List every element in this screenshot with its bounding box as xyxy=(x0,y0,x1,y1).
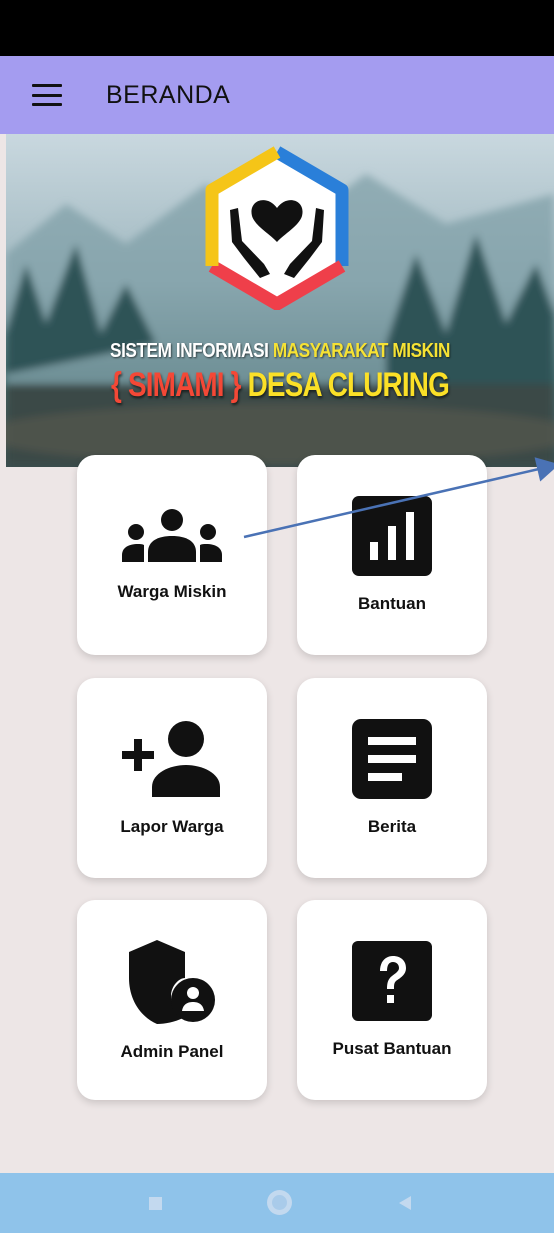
banner-subtitle-white: SISTEM INFORMASI xyxy=(110,340,269,362)
bar-chart-icon xyxy=(352,496,432,576)
circle-home-icon[interactable] xyxy=(267,1190,292,1215)
group-people-icon xyxy=(122,509,222,562)
banner: SISTEM INFORMASI MASYARAKAT MISKIN { SIM… xyxy=(6,134,554,467)
circle-home-inner xyxy=(272,1195,287,1210)
person-add-icon xyxy=(122,721,220,797)
banner-subtitle-yellow: MASYARAKAT MISKIN xyxy=(268,340,451,362)
admin-panel-label: Admin Panel xyxy=(120,1042,224,1061)
system-nav-bar xyxy=(0,1173,554,1233)
bantuan-card[interactable]: Bantuan xyxy=(297,455,487,655)
page-title: BERANDA xyxy=(106,80,231,109)
square-recents-icon[interactable] xyxy=(149,1197,162,1210)
triangle-back-icon[interactable] xyxy=(398,1195,412,1211)
banner-title: { SIMAMI } DESA CLURING xyxy=(55,366,504,405)
banner-title-yellow: DESA CLURING xyxy=(240,366,450,404)
banner-subtitle: SISTEM INFORMASI MASYARAKAT MISKIN xyxy=(44,340,515,363)
warga-miskin-card[interactable]: Warga Miskin xyxy=(77,455,267,655)
help-question-icon xyxy=(352,941,432,1021)
pusat-bantuan-card[interactable]: Pusat Bantuan xyxy=(297,900,487,1100)
berita-card[interactable]: Berita xyxy=(297,678,487,878)
lapor-warga-label: Lapor Warga xyxy=(120,817,224,836)
banner-title-red: { SIMAMI } xyxy=(111,366,241,404)
warga-miskin-label: Warga Miskin xyxy=(117,582,227,601)
bantuan-label: Bantuan xyxy=(358,594,426,613)
status-bar xyxy=(0,0,554,56)
lapor-warga-card[interactable]: Lapor Warga xyxy=(77,678,267,878)
hamburger-menu-icon[interactable] xyxy=(32,84,62,106)
berita-label: Berita xyxy=(367,817,417,836)
hands-heart-logo-icon xyxy=(205,146,349,310)
admin-shield-icon xyxy=(129,940,215,1024)
article-icon xyxy=(352,719,432,799)
app-bar: BERANDA xyxy=(0,56,554,134)
pusat-bantuan-label: Pusat Bantuan xyxy=(332,1039,452,1058)
admin-panel-card[interactable]: Admin Panel xyxy=(77,900,267,1100)
